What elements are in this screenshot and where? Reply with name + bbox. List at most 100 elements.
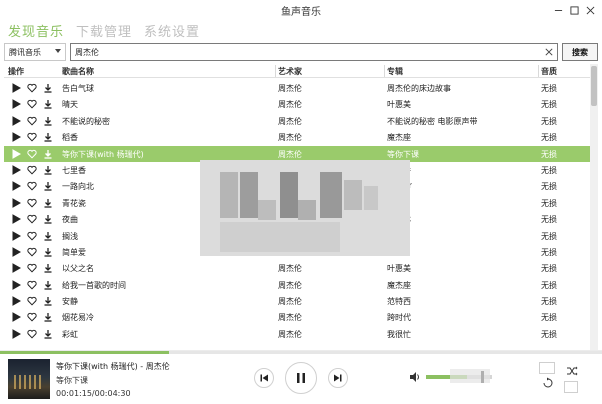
favorite-button[interactable] — [26, 230, 37, 242]
favorite-button[interactable] — [26, 311, 37, 323]
close-button[interactable] — [582, 2, 598, 18]
favorite-button[interactable] — [26, 246, 37, 258]
play-button[interactable] — [10, 82, 21, 94]
favorite-button[interactable] — [26, 131, 37, 143]
favorite-button[interactable] — [26, 82, 37, 94]
play-button[interactable] — [10, 213, 21, 225]
search-input[interactable] — [70, 43, 558, 61]
shuffle-icon[interactable] — [566, 365, 578, 377]
play-icon — [12, 296, 21, 306]
play-button[interactable] — [10, 246, 21, 258]
table-row[interactable]: 告白气球 周杰伦 周杰伦的床边故事 无损 — [4, 80, 590, 96]
column-divider[interactable] — [384, 65, 385, 77]
next-button[interactable] — [328, 368, 348, 388]
play-button[interactable] — [10, 131, 21, 143]
play-button[interactable] — [10, 148, 21, 160]
clear-search-button[interactable] — [543, 46, 555, 58]
download-icon — [44, 329, 51, 339]
row-actions — [10, 213, 53, 225]
play-button[interactable] — [10, 115, 21, 127]
download-button[interactable] — [42, 246, 53, 258]
table-row[interactable]: 晴天 周杰伦 叶惠美 无损 — [4, 96, 590, 112]
play-button[interactable] — [10, 164, 21, 176]
main-tabs: 发现音乐 下载管理 系统设置 — [8, 21, 200, 41]
column-divider[interactable] — [275, 65, 276, 77]
favorite-button[interactable] — [26, 180, 37, 192]
table-row[interactable]: 稻香 周杰伦 魔杰座 无损 — [4, 129, 590, 145]
tab-discover-music[interactable]: 发现音乐 — [8, 21, 64, 41]
play-button[interactable] — [10, 311, 21, 323]
play-button[interactable] — [10, 230, 21, 242]
album-cover[interactable] — [8, 359, 50, 399]
table-row[interactable]: 不能说的秘密 周杰伦 不能说的秘密 电影原声带 无损 — [4, 113, 590, 129]
scrollbar-thumb[interactable] — [591, 66, 597, 106]
column-divider[interactable] — [538, 65, 539, 77]
play-icon — [12, 165, 21, 175]
play-button[interactable] — [10, 295, 21, 307]
download-button[interactable] — [42, 279, 53, 291]
heart-icon — [26, 329, 37, 339]
search-bar: 腾讯音乐 搜索 — [4, 43, 598, 61]
download-button[interactable] — [42, 115, 53, 127]
table-row[interactable]: 安静 周杰伦 范特西 无损 — [4, 293, 590, 309]
play-icon — [12, 279, 21, 290]
table-row[interactable]: 给我一首歌的时间 周杰伦 魔杰座 无损 — [4, 277, 590, 293]
play-button[interactable] — [10, 180, 21, 192]
column-header-album[interactable]: 专辑 — [387, 66, 403, 77]
download-button[interactable] — [42, 311, 53, 323]
download-button[interactable] — [42, 82, 53, 94]
table-scrollbar[interactable] — [590, 64, 598, 350]
minimize-button[interactable] — [550, 2, 566, 18]
favorite-button[interactable] — [26, 262, 37, 274]
heart-icon — [26, 83, 37, 93]
download-button[interactable] — [42, 295, 53, 307]
previous-button[interactable] — [254, 368, 274, 388]
download-button[interactable] — [42, 180, 53, 192]
favorite-button[interactable] — [26, 98, 37, 110]
favorite-button[interactable] — [26, 148, 37, 160]
table-row[interactable]: 烟花易冷 周杰伦 跨时代 无损 — [4, 309, 590, 325]
download-button[interactable] — [42, 197, 53, 209]
pause-button[interactable] — [285, 362, 317, 394]
favorite-button[interactable] — [26, 197, 37, 209]
play-button[interactable] — [10, 328, 21, 340]
play-button[interactable] — [10, 197, 21, 209]
play-button[interactable] — [10, 279, 21, 291]
playback-progress[interactable] — [0, 351, 602, 354]
favorite-button[interactable] — [26, 279, 37, 291]
favorite-button[interactable] — [26, 164, 37, 176]
download-button[interactable] — [42, 164, 53, 176]
maximize-button[interactable] — [566, 2, 582, 18]
favorite-button[interactable] — [26, 115, 37, 127]
heart-icon — [26, 165, 37, 175]
tab-download-manager[interactable]: 下载管理 — [76, 21, 132, 41]
table-header: 操作 歌曲名称 艺术家 专辑 音质 — [4, 64, 590, 78]
tab-system-settings[interactable]: 系统设置 — [144, 21, 200, 41]
download-button[interactable] — [42, 328, 53, 340]
download-button[interactable] — [42, 262, 53, 274]
column-header-artist[interactable]: 艺术家 — [278, 66, 302, 77]
column-header-quality[interactable]: 音质 — [541, 66, 557, 77]
download-button[interactable] — [42, 230, 53, 242]
favorite-button[interactable] — [26, 213, 37, 225]
table-row[interactable]: 彩虹 周杰伦 我很忙 无损 — [4, 326, 590, 342]
play-icon — [12, 115, 21, 126]
lyrics-button[interactable] — [564, 381, 578, 393]
volume-icon[interactable] — [409, 371, 421, 383]
download-button[interactable] — [42, 98, 53, 110]
play-button[interactable] — [10, 98, 21, 110]
favorite-button[interactable] — [26, 328, 37, 340]
cell-song: 不能说的秘密 — [62, 116, 110, 126]
download-button[interactable] — [42, 131, 53, 143]
download-button[interactable] — [42, 213, 53, 225]
repeat-icon[interactable] — [542, 377, 554, 389]
favorite-button[interactable] — [26, 295, 37, 307]
column-header-song[interactable]: 歌曲名称 — [62, 66, 94, 77]
download-button[interactable] — [42, 148, 53, 160]
source-select[interactable]: 腾讯音乐 — [4, 43, 66, 61]
table-row[interactable]: 以父之名 周杰伦 叶惠美 无损 — [4, 260, 590, 276]
search-button[interactable]: 搜索 — [562, 43, 598, 61]
playlist-button[interactable] — [539, 362, 555, 374]
cell-artist: 周杰伦 — [278, 133, 302, 143]
play-button[interactable] — [10, 262, 21, 274]
